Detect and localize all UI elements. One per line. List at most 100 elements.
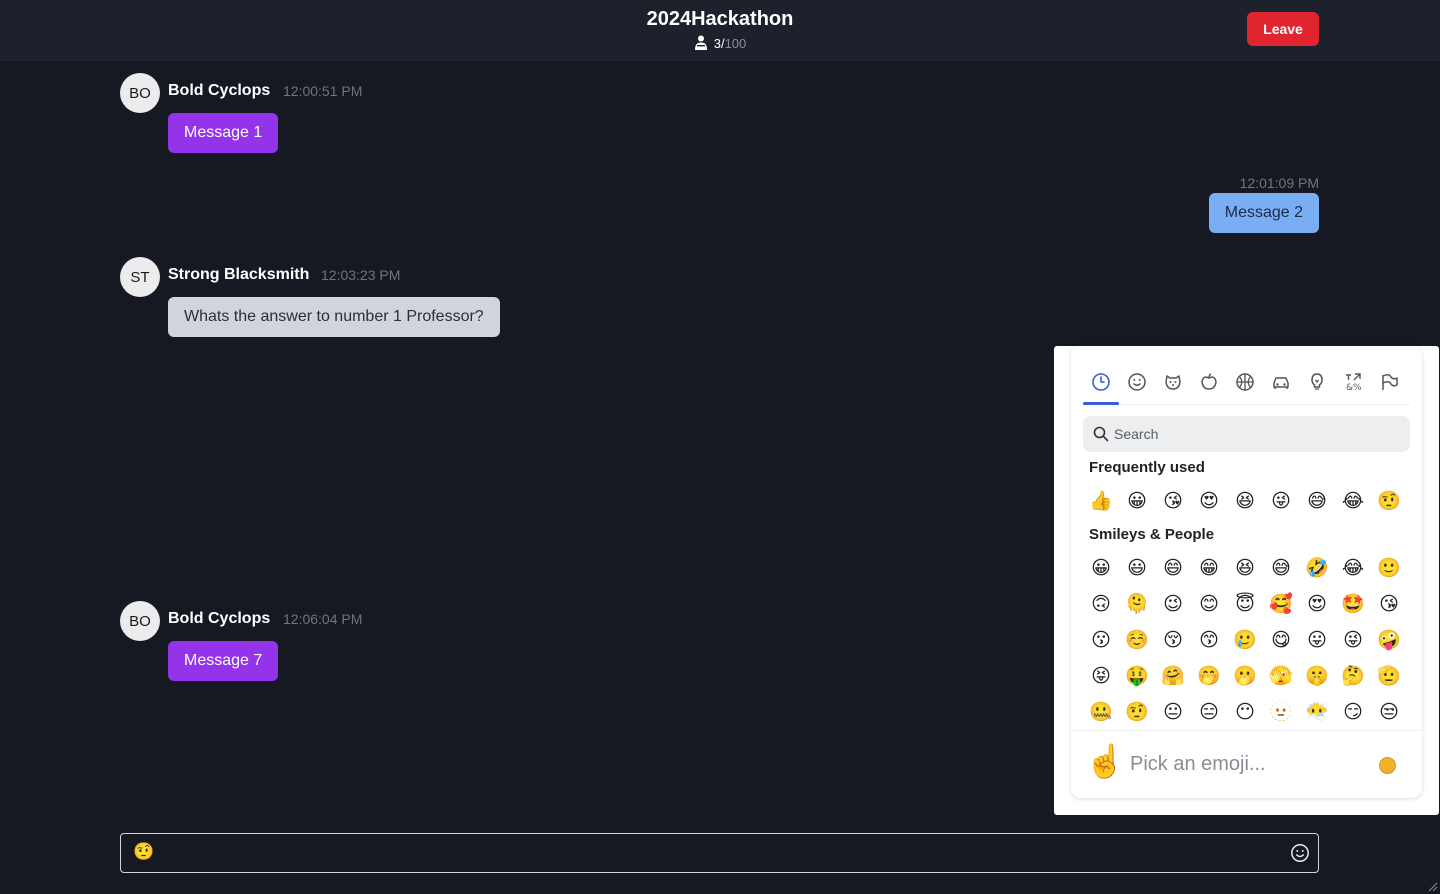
emoji-button[interactable]: 😚 xyxy=(1155,622,1191,658)
emoji-button[interactable]: 🫢 xyxy=(1227,658,1263,694)
emoji-button[interactable]: 🫥 xyxy=(1263,694,1299,730)
emoji-button[interactable]: 🥰 xyxy=(1263,586,1299,622)
emoji-button[interactable]: 😏 xyxy=(1335,694,1371,730)
food-icon[interactable] xyxy=(1191,366,1227,404)
search-placeholder: Search xyxy=(1114,426,1159,442)
emoji-button[interactable]: 😶‍🌫️ xyxy=(1299,694,1335,730)
emoji-button[interactable]: 😆 xyxy=(1227,550,1263,586)
emoji-button[interactable]: 😀 xyxy=(1083,550,1119,586)
emoji-button[interactable]: 🤗 xyxy=(1155,658,1191,694)
avatar: ST xyxy=(120,257,160,297)
emoji-button[interactable]: 😍 xyxy=(1299,586,1335,622)
emoji-button[interactable]: 😑 xyxy=(1191,694,1227,730)
emoji-button[interactable]: 😄 xyxy=(1155,550,1191,586)
resize-handle-icon[interactable] xyxy=(1426,880,1438,892)
avatar: BO xyxy=(120,73,160,113)
emoji-button[interactable]: 👍 xyxy=(1083,483,1119,519)
frequently-used-icon[interactable] xyxy=(1083,366,1119,404)
emoji-button[interactable]: 😘 xyxy=(1371,586,1407,622)
emoji-button[interactable]: 😊 xyxy=(1191,586,1227,622)
preview-emoji: ☝️ xyxy=(1085,743,1125,779)
emoji-button[interactable]: 😁 xyxy=(1191,550,1227,586)
message-input[interactable]: 🤨 xyxy=(120,833,1319,873)
emoji-button[interactable]: 😍 xyxy=(1191,483,1227,519)
emoji-button[interactable]: 😂 xyxy=(1335,483,1371,519)
message-time: 12:06:04 PM xyxy=(283,611,363,627)
emoji-button[interactable]: 😉 xyxy=(1155,586,1191,622)
svg-text:&%: &% xyxy=(1346,383,1362,392)
avatar: BO xyxy=(120,601,160,641)
travel-icon[interactable] xyxy=(1263,366,1299,404)
emoji-button[interactable]: 🤔 xyxy=(1335,658,1371,694)
emoji-button[interactable]: 🥲 xyxy=(1227,622,1263,658)
message-author: Bold Cyclops xyxy=(168,82,271,99)
message-author: Bold Cyclops xyxy=(168,610,271,627)
message-time: 12:00:51 PM xyxy=(283,83,363,99)
preview-text: Pick an emoji... xyxy=(1130,753,1266,775)
emoji-row: 👍 😀 😘 😍 😆 😜 😅 😂 🤨 xyxy=(1083,483,1410,519)
emoji-button[interactable]: 😙 xyxy=(1191,622,1227,658)
message-bubble: Whats the answer to number 1 Professor? xyxy=(168,297,500,337)
emoji-category-bar: &% xyxy=(1083,366,1410,404)
message-bubble: Message 1 xyxy=(168,113,279,153)
emoji-button[interactable]: 😜 xyxy=(1335,622,1371,658)
emoji-button[interactable]: 😒 xyxy=(1371,694,1407,730)
emoji-button[interactable]: 😃 xyxy=(1119,550,1155,586)
emoji-button[interactable]: 🤨 xyxy=(1119,694,1155,730)
emoji-button[interactable]: 🤪 xyxy=(1371,622,1407,658)
emoji-button[interactable]: 😀 xyxy=(1119,483,1155,519)
member-count-current: 3 xyxy=(713,36,721,51)
emoji-button[interactable]: 😅 xyxy=(1263,550,1299,586)
emoji-button[interactable]: 😶 xyxy=(1227,694,1263,730)
emoji-button[interactable]: 🤑 xyxy=(1119,658,1155,694)
smileys-icon[interactable] xyxy=(1119,366,1155,404)
emoji-button[interactable]: 🤣 xyxy=(1299,550,1335,586)
category-divider xyxy=(1083,404,1410,405)
section-title-frequently-used: Frequently used xyxy=(1089,459,1205,476)
emoji-button[interactable]: ☺️ xyxy=(1119,622,1155,658)
message-author: Strong Blacksmith xyxy=(168,266,310,283)
emoji-toggle-icon[interactable] xyxy=(1290,843,1310,863)
emoji-button[interactable]: 🫠 xyxy=(1119,586,1155,622)
activities-icon[interactable] xyxy=(1227,366,1263,404)
leave-button[interactable]: Leave xyxy=(1247,12,1319,46)
skin-tone-button[interactable] xyxy=(1379,757,1396,774)
emoji-button[interactable]: 🤐 xyxy=(1083,694,1119,730)
message-time: 12:01:09 PM xyxy=(1239,175,1319,191)
objects-icon[interactable] xyxy=(1299,366,1335,404)
animals-icon[interactable] xyxy=(1155,366,1191,404)
emoji-button[interactable]: 😇 xyxy=(1227,586,1263,622)
member-count-max: 100 xyxy=(724,36,747,51)
active-category-indicator xyxy=(1083,402,1119,405)
flags-icon[interactable] xyxy=(1371,366,1407,404)
message-bubble: Message 2 xyxy=(1208,193,1319,233)
emoji-button[interactable]: 😆 xyxy=(1227,483,1263,519)
emoji-button[interactable]: 😋 xyxy=(1263,622,1299,658)
emoji-button[interactable]: 🤩 xyxy=(1335,586,1371,622)
emoji-search-input[interactable]: Search xyxy=(1083,416,1410,452)
emoji-button[interactable]: 🙂 xyxy=(1371,550,1407,586)
emoji-button[interactable]: 😜 xyxy=(1263,483,1299,519)
emoji-row: 🤐 🤨 😐 😑 😶 🫥 😶‍🌫️ 😏 😒 xyxy=(1083,694,1410,730)
emoji-row: 😀 😃 😄 😁 😆 😅 🤣 😂 🙂 xyxy=(1083,550,1410,586)
emoji-button[interactable]: 🫡 xyxy=(1371,658,1407,694)
emoji-button[interactable]: 🤨 xyxy=(1371,483,1407,519)
search-icon xyxy=(1093,426,1109,442)
emoji-button[interactable]: 😗 xyxy=(1083,622,1119,658)
emoji-button[interactable]: 😐 xyxy=(1155,694,1191,730)
emoji-button[interactable]: 🤭 xyxy=(1191,658,1227,694)
emoji-picker-container: &% Search Frequently used 👍 😀 😘 😍 😆 😜 😅 😂 🤨 Smil… xyxy=(1054,346,1439,815)
emoji-button[interactable]: 😂 xyxy=(1335,550,1371,586)
room-title: 2024Hackathon xyxy=(646,8,794,30)
message-bubble: Message 7 xyxy=(168,641,279,681)
symbols-icon[interactable]: &% xyxy=(1335,366,1371,404)
emoji-button[interactable]: 😘 xyxy=(1155,483,1191,519)
section-title-smileys-people: Smileys & People xyxy=(1089,526,1215,543)
message-input-value: 🤨 xyxy=(133,842,155,861)
emoji-button[interactable]: 😛 xyxy=(1299,622,1335,658)
emoji-button[interactable]: 🙃 xyxy=(1083,586,1119,622)
emoji-button[interactable]: 🤫 xyxy=(1299,658,1335,694)
emoji-button[interactable]: 😝 xyxy=(1083,658,1119,694)
emoji-button[interactable]: 😅 xyxy=(1299,483,1335,519)
emoji-button[interactable]: 🫣 xyxy=(1263,658,1299,694)
